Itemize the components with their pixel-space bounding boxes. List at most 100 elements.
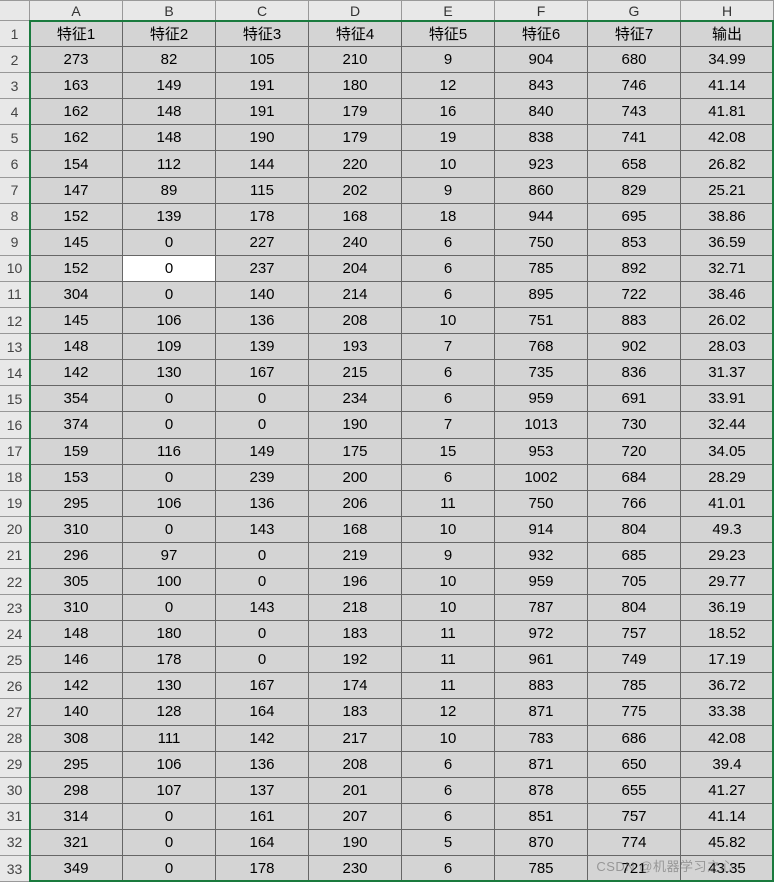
cell-B22[interactable]: 100 [123, 569, 216, 595]
cell-G19[interactable]: 766 [588, 491, 681, 517]
cell-B31[interactable]: 0 [123, 804, 216, 830]
cell-G6[interactable]: 658 [588, 151, 681, 177]
cell-G3[interactable]: 746 [588, 73, 681, 99]
cell-A32[interactable]: 321 [30, 830, 123, 856]
cell-C26[interactable]: 167 [216, 673, 309, 699]
cell-F17[interactable]: 953 [495, 439, 588, 465]
cell-D6[interactable]: 220 [309, 151, 402, 177]
row-header-1[interactable]: 1 [0, 21, 30, 47]
cell-C20[interactable]: 143 [216, 517, 309, 543]
row-header-6[interactable]: 6 [0, 151, 30, 177]
cell-B9[interactable]: 0 [123, 230, 216, 256]
cell-F3[interactable]: 843 [495, 73, 588, 99]
cell-D3[interactable]: 180 [309, 73, 402, 99]
cell-E32[interactable]: 5 [402, 830, 495, 856]
row-header-3[interactable]: 3 [0, 73, 30, 99]
cell-G11[interactable]: 722 [588, 282, 681, 308]
cell-F24[interactable]: 972 [495, 621, 588, 647]
cell-H22[interactable]: 29.77 [681, 569, 774, 595]
cell-E17[interactable]: 15 [402, 439, 495, 465]
cell-E20[interactable]: 10 [402, 517, 495, 543]
cell-A21[interactable]: 296 [30, 543, 123, 569]
cell-E29[interactable]: 6 [402, 752, 495, 778]
cell-C1[interactable]: 特征3 [216, 21, 309, 47]
row-header-14[interactable]: 14 [0, 360, 30, 386]
cell-H3[interactable]: 41.14 [681, 73, 774, 99]
cell-H21[interactable]: 29.23 [681, 543, 774, 569]
row-header-32[interactable]: 32 [0, 830, 30, 856]
row-header-17[interactable]: 17 [0, 439, 30, 465]
cell-H18[interactable]: 28.29 [681, 465, 774, 491]
cell-F26[interactable]: 883 [495, 673, 588, 699]
cell-G15[interactable]: 691 [588, 386, 681, 412]
cell-G33[interactable]: 721 [588, 856, 681, 882]
cell-D5[interactable]: 179 [309, 125, 402, 151]
cell-G13[interactable]: 902 [588, 334, 681, 360]
cell-B2[interactable]: 82 [123, 47, 216, 73]
row-header-31[interactable]: 31 [0, 804, 30, 830]
cell-G10[interactable]: 892 [588, 256, 681, 282]
cell-C3[interactable]: 191 [216, 73, 309, 99]
column-header-E[interactable]: E [402, 1, 495, 21]
cell-D18[interactable]: 200 [309, 465, 402, 491]
cell-D11[interactable]: 214 [309, 282, 402, 308]
cell-D1[interactable]: 特征4 [309, 21, 402, 47]
cell-H33[interactable]: 43.35 [681, 856, 774, 882]
row-header-9[interactable]: 9 [0, 230, 30, 256]
row-header-22[interactable]: 22 [0, 569, 30, 595]
cell-A11[interactable]: 304 [30, 282, 123, 308]
row-header-8[interactable]: 8 [0, 204, 30, 230]
cell-G29[interactable]: 650 [588, 752, 681, 778]
cell-A3[interactable]: 163 [30, 73, 123, 99]
cell-H32[interactable]: 45.82 [681, 830, 774, 856]
cell-F15[interactable]: 959 [495, 386, 588, 412]
cell-G1[interactable]: 特征7 [588, 21, 681, 47]
cell-G22[interactable]: 705 [588, 569, 681, 595]
cell-A15[interactable]: 354 [30, 386, 123, 412]
cell-B33[interactable]: 0 [123, 856, 216, 882]
cell-H16[interactable]: 32.44 [681, 412, 774, 438]
cell-C31[interactable]: 161 [216, 804, 309, 830]
cell-B17[interactable]: 116 [123, 439, 216, 465]
cell-H30[interactable]: 41.27 [681, 778, 774, 804]
cell-D26[interactable]: 174 [309, 673, 402, 699]
cell-H19[interactable]: 41.01 [681, 491, 774, 517]
cell-B28[interactable]: 111 [123, 726, 216, 752]
cell-C16[interactable]: 0 [216, 412, 309, 438]
column-header-G[interactable]: G [588, 1, 681, 21]
cell-B10[interactable]: 0 [123, 256, 216, 282]
row-header-21[interactable]: 21 [0, 543, 30, 569]
cell-G17[interactable]: 720 [588, 439, 681, 465]
cell-F21[interactable]: 932 [495, 543, 588, 569]
cell-D17[interactable]: 175 [309, 439, 402, 465]
cell-B20[interactable]: 0 [123, 517, 216, 543]
cell-H17[interactable]: 34.05 [681, 439, 774, 465]
cell-D29[interactable]: 208 [309, 752, 402, 778]
cell-G23[interactable]: 804 [588, 595, 681, 621]
row-header-12[interactable]: 12 [0, 308, 30, 334]
cell-F30[interactable]: 878 [495, 778, 588, 804]
cell-B12[interactable]: 106 [123, 308, 216, 334]
cell-B3[interactable]: 149 [123, 73, 216, 99]
cell-B8[interactable]: 139 [123, 204, 216, 230]
cell-B32[interactable]: 0 [123, 830, 216, 856]
cell-E5[interactable]: 19 [402, 125, 495, 151]
cell-B14[interactable]: 130 [123, 360, 216, 386]
cell-B26[interactable]: 130 [123, 673, 216, 699]
cell-D14[interactable]: 215 [309, 360, 402, 386]
cell-C11[interactable]: 140 [216, 282, 309, 308]
cell-B1[interactable]: 特征2 [123, 21, 216, 47]
row-header-33[interactable]: 33 [0, 856, 30, 882]
cell-F22[interactable]: 959 [495, 569, 588, 595]
cell-F27[interactable]: 871 [495, 699, 588, 725]
cell-G25[interactable]: 749 [588, 647, 681, 673]
row-header-27[interactable]: 27 [0, 699, 30, 725]
cell-F7[interactable]: 860 [495, 178, 588, 204]
cell-H7[interactable]: 25.21 [681, 178, 774, 204]
cell-A17[interactable]: 159 [30, 439, 123, 465]
cell-E11[interactable]: 6 [402, 282, 495, 308]
cell-H15[interactable]: 33.91 [681, 386, 774, 412]
row-header-18[interactable]: 18 [0, 465, 30, 491]
cell-E21[interactable]: 9 [402, 543, 495, 569]
cell-H11[interactable]: 38.46 [681, 282, 774, 308]
